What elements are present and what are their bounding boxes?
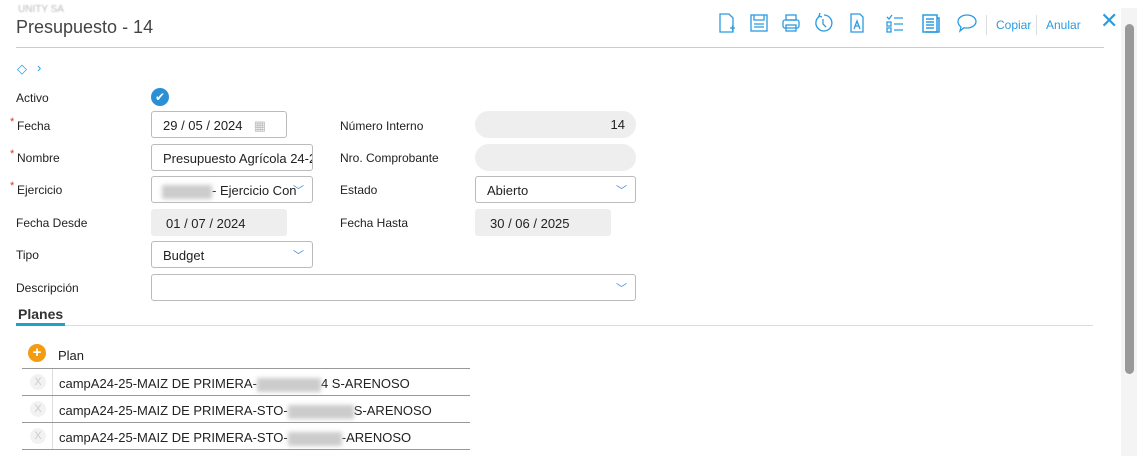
add-plan-button[interactable]: +	[28, 344, 46, 362]
fecha-hasta-field: 30 / 06 / 2025	[475, 209, 611, 236]
descripcion-label: Descripción	[16, 281, 79, 295]
new-document-icon[interactable]	[716, 12, 740, 36]
nombre-label: * Nombre	[10, 148, 60, 165]
fecha-label: * Fecha	[10, 116, 51, 133]
activo-label: Activo	[16, 91, 49, 105]
remove-icon[interactable]: X	[30, 401, 46, 417]
activo-checkbox[interactable]: ✔	[151, 88, 169, 106]
copy-button[interactable]: Copiar	[996, 18, 1031, 32]
fecha-desde-field: 01 / 07 / 2024	[151, 209, 287, 236]
ejercicio-label: * Ejercicio	[10, 180, 63, 197]
tab-planes[interactable]: Planes	[18, 306, 63, 322]
checklist-icon[interactable]	[884, 12, 908, 36]
nombre-input[interactable]: Presupuesto Agrícola 24-2	[151, 144, 313, 171]
scrollbar-thumb[interactable]	[1125, 24, 1134, 374]
chevron-down-icon: ﹀	[616, 185, 627, 197]
page-title: Presupuesto - 14	[16, 17, 154, 37]
chevron-down-icon: ﹀	[616, 283, 627, 295]
fecha-input[interactable]: 29 / 05 / 2024 ▦	[151, 111, 287, 138]
history-icon[interactable]	[812, 12, 836, 36]
numero-interno-label: Número Interno	[340, 119, 424, 133]
company-name: UNITY SA	[18, 4, 64, 15]
chevron-right-icon[interactable]: ›	[37, 60, 41, 75]
ejercicio-select[interactable]: - Ejercicio Con ﹀	[151, 176, 313, 203]
remove-icon[interactable]: X	[30, 374, 46, 390]
estado-label: Estado	[340, 183, 378, 197]
nro-comprobante-label: Nro. Comprobante	[340, 151, 439, 165]
descripcion-select[interactable]: ﹀	[151, 274, 636, 301]
cancel-button[interactable]: Anular	[1046, 18, 1081, 32]
pdf-text-icon[interactable]	[846, 12, 870, 36]
tipo-label: Tipo	[16, 248, 39, 262]
calendar-icon: ▦	[253, 118, 266, 133]
table-row: XcampA24-25-MAIZ DE PRIMERA-STO- -ARENOSO	[22, 422, 470, 450]
plan-column-header: Plan	[58, 348, 85, 363]
chevron-down-icon: ﹀	[293, 185, 304, 197]
chevron-down-icon: ﹀	[293, 250, 304, 262]
table-row: XcampA24-25-MAIZ DE PRIMERA-STO- S-ARENOS…	[22, 395, 470, 423]
report-icon[interactable]	[920, 12, 944, 36]
save-icon[interactable]	[748, 12, 772, 36]
fecha-desde-label: Fecha Desde	[16, 216, 88, 230]
table-row: XcampA24-25-MAIZ DE PRIMERA- 4 S-ARENOSO	[22, 368, 470, 396]
print-icon[interactable]	[780, 12, 804, 36]
tag-icon[interactable]: ◇	[17, 61, 27, 77]
close-icon[interactable]: ✕	[1100, 8, 1118, 34]
remove-icon[interactable]: X	[30, 428, 46, 444]
nro-comprobante-field	[475, 144, 636, 171]
fecha-hasta-label: Fecha Hasta	[340, 216, 409, 230]
estado-select[interactable]: Abierto ﹀	[475, 176, 636, 203]
tipo-select[interactable]: Budget ﹀	[151, 241, 313, 268]
comment-icon[interactable]	[956, 12, 980, 36]
numero-interno-field: 14	[475, 111, 636, 138]
